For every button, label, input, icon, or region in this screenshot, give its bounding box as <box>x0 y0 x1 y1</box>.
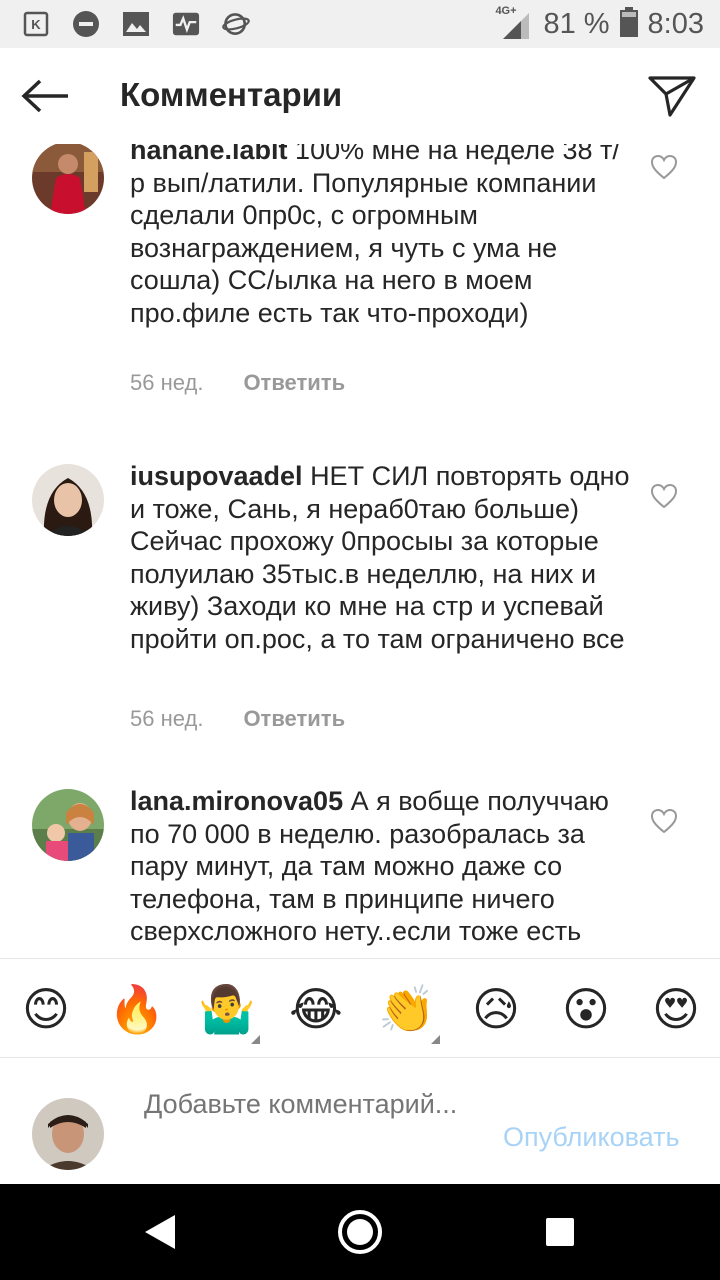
vpn-icon <box>222 10 250 38</box>
comment-text: 100% мне на неделе 38 т/р вып/латили. По… <box>130 144 620 328</box>
comment-meta: 56 нед. Ответить <box>130 370 345 396</box>
like-button[interactable] <box>650 154 678 180</box>
clapping-hands-emoji-button[interactable]: 👏 <box>378 981 435 1037</box>
comment-composer: Опубликовать <box>0 1058 720 1184</box>
sad-face-emoji-button[interactable]: 😥 <box>468 981 524 1037</box>
network-type: 4G+ <box>495 5 517 17</box>
comment-input[interactable] <box>144 1088 474 1154</box>
skin-tone-indicator-icon <box>431 1035 440 1044</box>
comment-time: 56 нед. <box>130 706 204 731</box>
comment-username[interactable]: lana.mironova05 <box>130 786 343 816</box>
heart-eyes-emoji-button[interactable]: 😍 <box>648 981 704 1037</box>
share-button[interactable] <box>646 70 698 122</box>
tears-of-joy-emoji-button[interactable]: 😂 <box>288 981 344 1037</box>
nav-recents-button[interactable] <box>530 1202 590 1262</box>
comment-item: iusupovaadel НЕТ СИЛ повторять одно и то… <box>0 460 720 770</box>
avatar[interactable] <box>32 464 104 536</box>
nav-home-button[interactable] <box>330 1202 390 1262</box>
comment-item: lana.mironova05 А я вобще получчаю по 70… <box>0 785 720 958</box>
arrow-left-icon <box>21 79 68 113</box>
heart-icon <box>650 154 678 180</box>
home-circle-icon <box>338 1210 382 1254</box>
nav-back-button[interactable] <box>130 1202 190 1262</box>
like-button[interactable] <box>650 483 678 509</box>
comment-meta: 56 нед. Ответить <box>130 706 345 732</box>
astonished-face-emoji-button[interactable]: 😮 <box>558 981 614 1037</box>
publish-button[interactable]: Опубликовать <box>503 1122 680 1153</box>
heart-icon <box>650 808 678 834</box>
heart-icon <box>650 483 678 509</box>
page-title: Комментарии <box>120 76 343 113</box>
comments-list[interactable]: hanane.lablt 100% мне на неделе 38 т/р в… <box>0 144 720 958</box>
system-nav-bar <box>0 1184 720 1280</box>
recents-square-icon <box>546 1218 574 1246</box>
comment-username[interactable]: iusupovaadel <box>130 461 303 491</box>
comment-body: lana.mironova05 А я вобще получчаю по 70… <box>130 785 630 948</box>
gallery-icon <box>122 10 150 38</box>
comment-body: hanane.lablt 100% мне на неделе 38 т/р в… <box>130 144 630 329</box>
k-app-icon: K <box>22 10 50 38</box>
comment-username[interactable]: hanane.lablt <box>130 144 288 165</box>
comment-item: hanane.lablt 100% мне на неделе 38 т/р в… <box>0 144 720 444</box>
status-bar: K 4G+ 81 % 8:03 <box>0 0 720 48</box>
app-header: Комментарии <box>0 48 720 144</box>
comment-body: iusupovaadel НЕТ СИЛ повторять одно и то… <box>130 460 630 655</box>
back-button[interactable] <box>18 72 72 120</box>
skin-tone-indicator-icon <box>251 1035 260 1044</box>
like-button[interactable] <box>650 808 678 834</box>
do-not-disturb-icon <box>72 10 100 38</box>
activity-icon <box>172 10 200 38</box>
battery-icon <box>619 6 638 42</box>
smiling-face-emoji-button[interactable]: 😊 <box>18 981 74 1037</box>
clock: 8:03 <box>647 7 704 40</box>
reply-button[interactable]: Ответить <box>243 370 345 396</box>
svg-text:K: K <box>31 17 41 32</box>
avatar[interactable] <box>32 789 104 861</box>
reply-button[interactable]: Ответить <box>243 706 345 732</box>
avatar[interactable] <box>32 144 104 214</box>
battery-level: 81 % <box>543 7 610 40</box>
my-avatar <box>32 1098 104 1170</box>
comment-time: 56 нед. <box>130 370 204 395</box>
paper-plane-icon <box>648 76 696 117</box>
back-triangle-icon <box>145 1215 175 1249</box>
fire-emoji-button[interactable]: 🔥 <box>108 981 165 1037</box>
emoji-quick-bar: 😊 🔥 🤷‍♂️ 😂 👏 😥 😮 😍 <box>0 958 720 1058</box>
man-shrugging-emoji-button[interactable]: 🤷‍♂️ <box>198 981 255 1037</box>
signal-icon: 4G+ <box>495 5 533 39</box>
